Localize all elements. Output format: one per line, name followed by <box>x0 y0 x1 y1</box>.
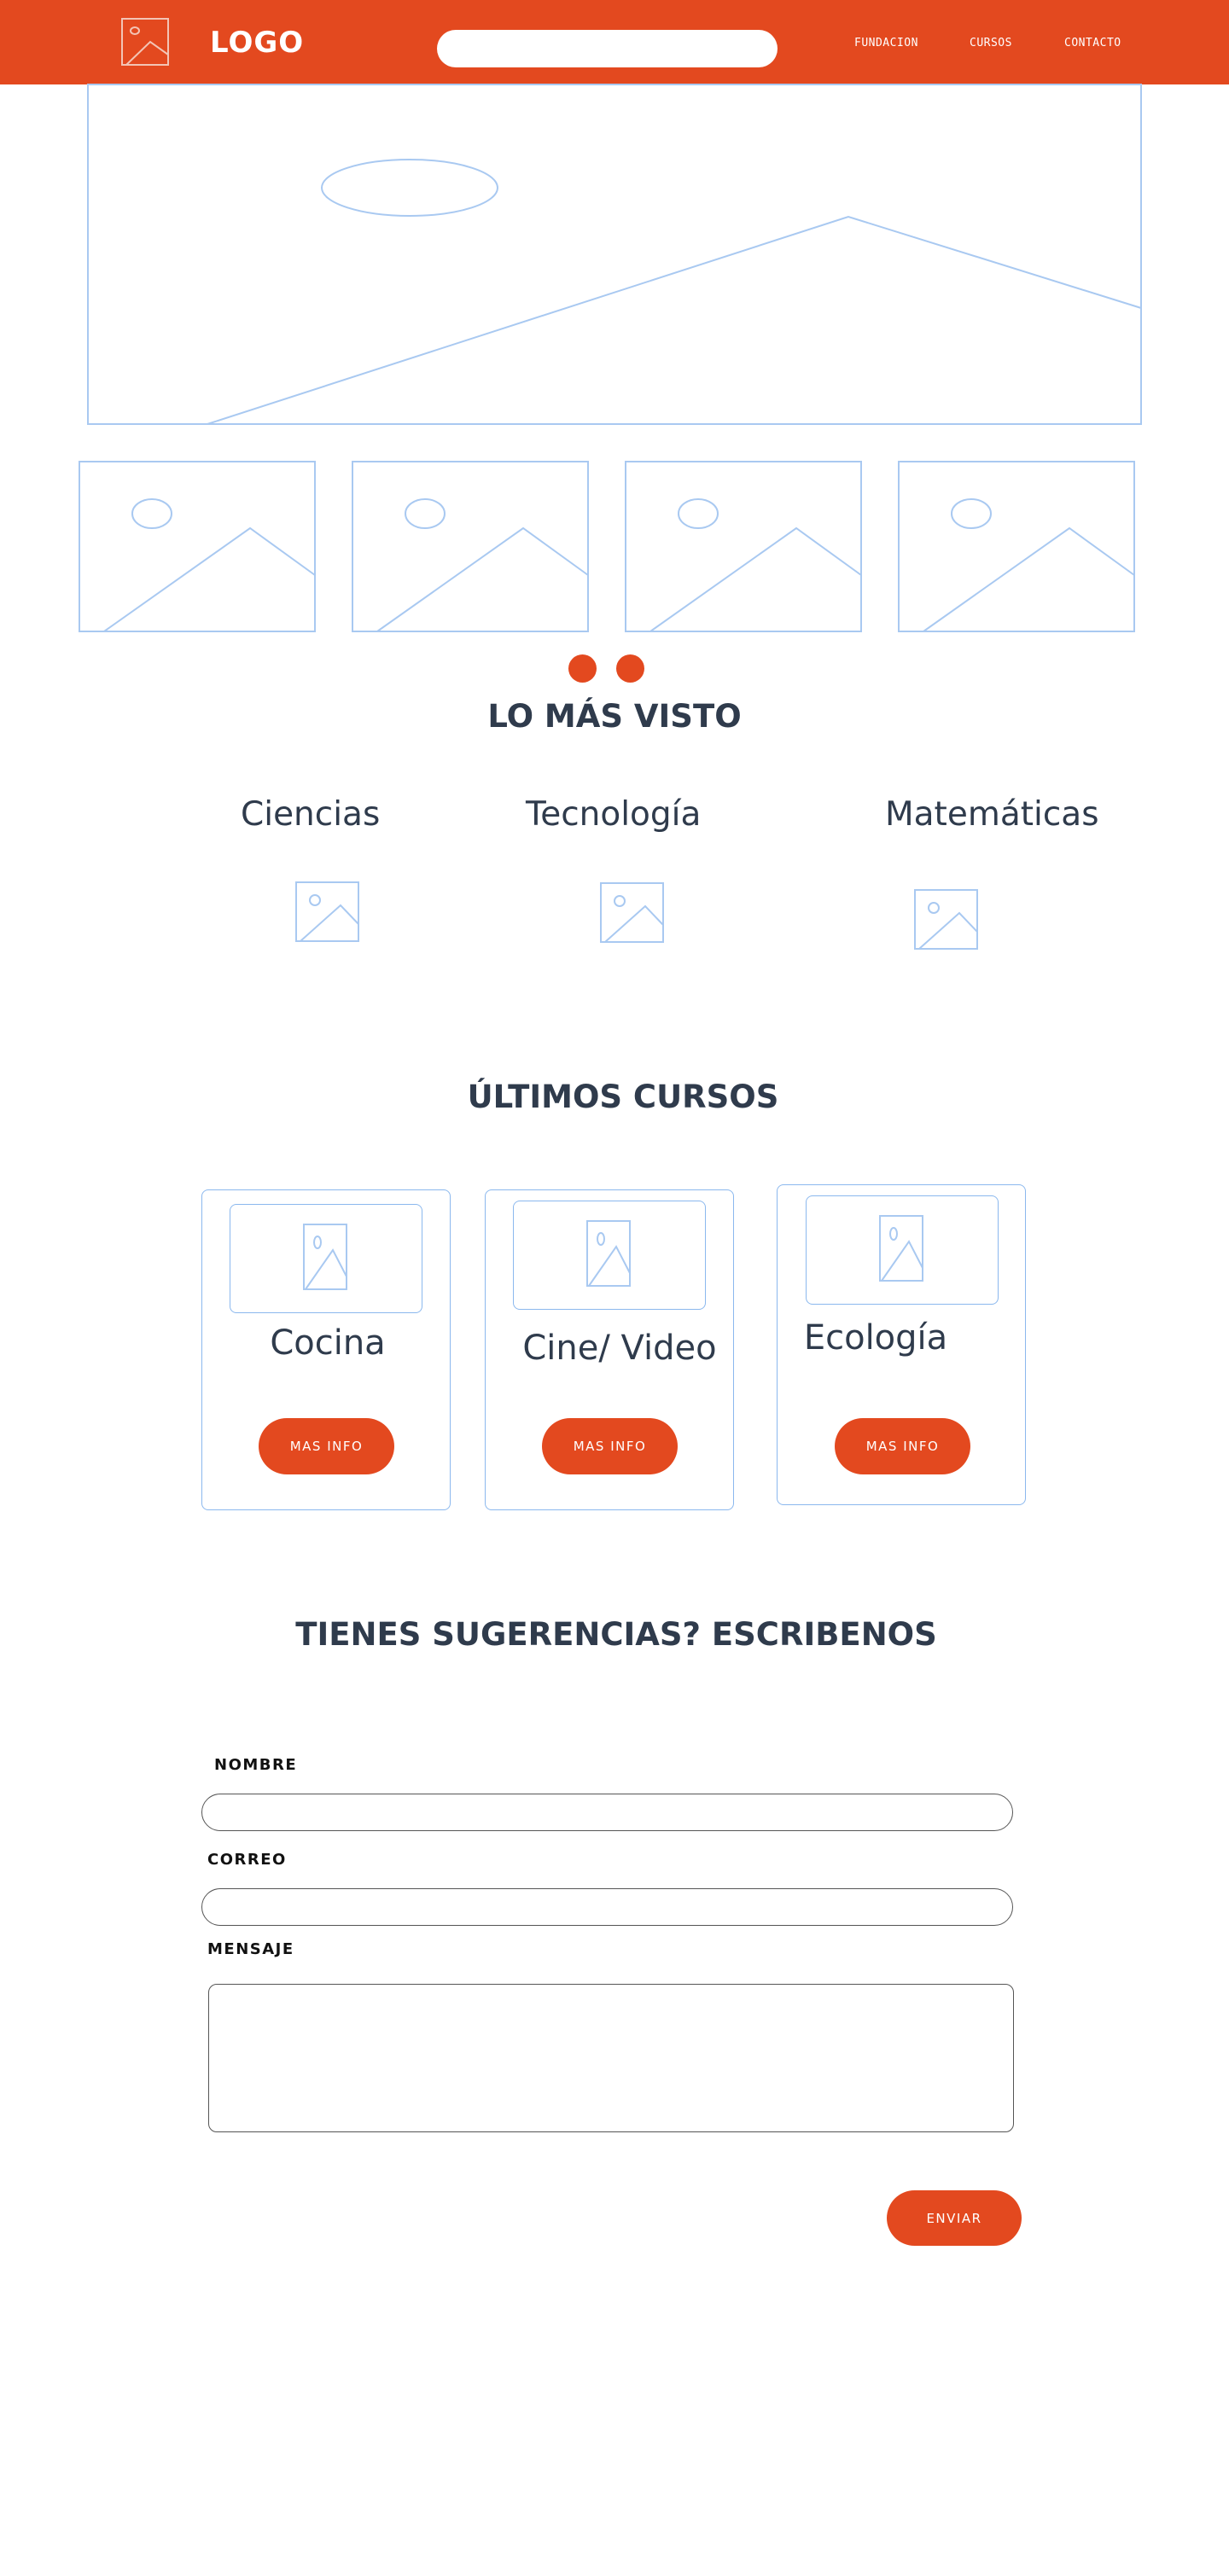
course-card-cine-video: Cine/ Video MAS INFO <box>485 1189 734 1510</box>
slider-dot-2[interactable] <box>616 654 644 683</box>
course-ecologia-title: Ecología <box>803 1318 948 1358</box>
category-matematicas-label[interactable]: Matemáticas <box>885 795 1099 834</box>
message-label: MENSAJE <box>207 1940 294 1958</box>
course-card-cocina: Cocina MAS INFO <box>201 1189 451 1510</box>
course-ecologia-mas-info-button[interactable]: MAS INFO <box>835 1418 970 1474</box>
hero-image-placeholder-icon <box>87 84 1142 425</box>
submit-button[interactable]: ENVIAR <box>887 2190 1022 2246</box>
course-ecologia-image-icon <box>879 1215 923 1282</box>
course-cocina-mas-info-button[interactable]: MAS INFO <box>259 1418 394 1474</box>
email-field[interactable] <box>201 1888 1013 1926</box>
nav-link-cursos[interactable]: CURSOS <box>970 37 1012 49</box>
course-cine-video-mas-info-button[interactable]: MAS INFO <box>542 1418 678 1474</box>
name-field[interactable] <box>201 1794 1013 1831</box>
category-ciencias-image-icon[interactable] <box>295 881 359 942</box>
course-thumbnail[interactable] <box>513 1201 706 1310</box>
course-cocina-image-icon <box>303 1224 347 1290</box>
site-header: LOGO FUNDACION CURSOS CONTACTO <box>0 0 1229 84</box>
course-cine-video-image-icon <box>586 1220 631 1287</box>
course-cocina-title: Cocina <box>270 1323 386 1363</box>
latest-courses-title: ÚLTIMOS CURSOS <box>467 1079 779 1115</box>
slider-dot-1[interactable] <box>568 654 597 683</box>
search-input[interactable] <box>437 30 778 67</box>
contact-title: TIENES SUGERENCIAS? ESCRIBENOS <box>295 1616 937 1653</box>
message-textarea[interactable] <box>208 1984 1014 2132</box>
course-thumbnail[interactable] <box>230 1204 422 1313</box>
nav-link-contacto[interactable]: CONTACTO <box>1064 37 1121 49</box>
most-viewed-title: LO MÁS VISTO <box>487 698 742 735</box>
category-matematicas-image-icon[interactable] <box>914 889 978 950</box>
course-card-ecologia: Ecología MAS INFO <box>777 1184 1026 1505</box>
category-tecnologia-label[interactable]: Tecnología <box>526 795 701 834</box>
name-label: NOMBRE <box>214 1756 298 1774</box>
gallery-image-2-icon[interactable] <box>352 461 589 632</box>
category-ciencias-label[interactable]: Ciencias <box>241 795 380 834</box>
email-label: CORREO <box>207 1851 287 1869</box>
course-thumbnail[interactable] <box>806 1195 999 1305</box>
gallery-image-1-icon[interactable] <box>79 461 316 632</box>
gallery-image-3-icon[interactable] <box>625 461 862 632</box>
logo-text[interactable]: LOGO <box>210 26 304 60</box>
logo-image-icon[interactable] <box>121 18 169 66</box>
category-tecnologia-image-icon[interactable] <box>600 882 664 943</box>
gallery-image-4-icon[interactable] <box>898 461 1135 632</box>
course-cine-video-title: Cine/ Video <box>522 1329 717 1368</box>
nav-link-fundacion[interactable]: FUNDACION <box>854 37 918 49</box>
